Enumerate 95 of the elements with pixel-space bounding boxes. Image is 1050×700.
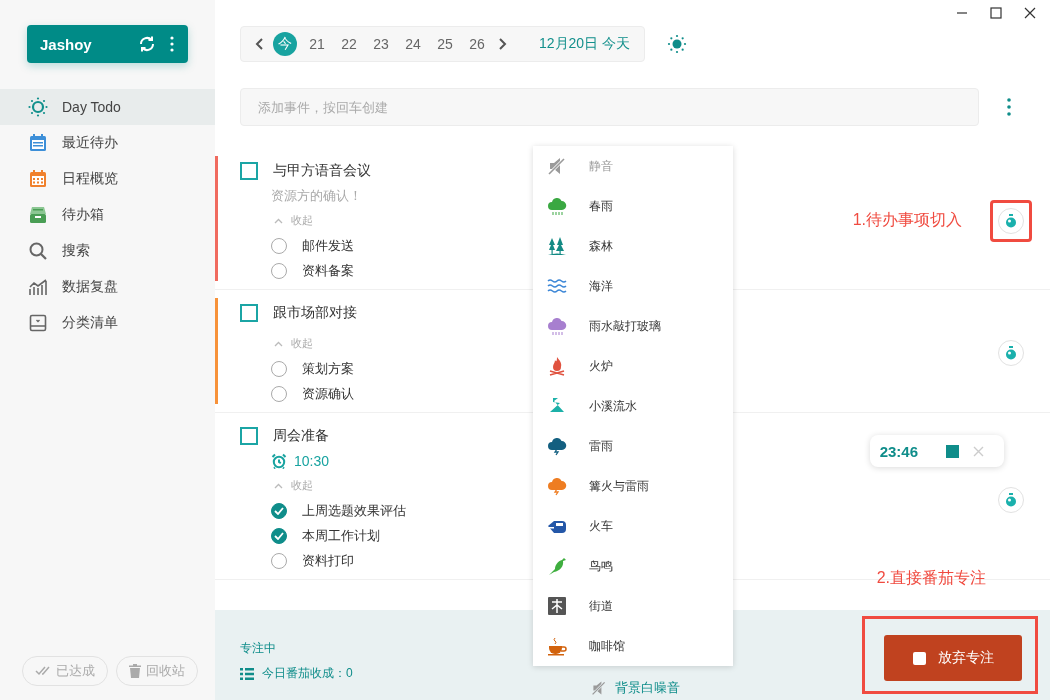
subtask-label[interactable]: 上周选题效果评估 <box>302 501 406 520</box>
sound-option[interactable]: 火车 <box>533 506 733 546</box>
check-icon <box>274 531 284 540</box>
sound-option[interactable]: 街道 <box>533 586 733 626</box>
account-name: Jashoy <box>40 35 93 53</box>
alarm-clock-icon <box>271 452 287 469</box>
sync-icon[interactable] <box>138 35 156 53</box>
sound-option[interactable]: 鸟鸣 <box>533 546 733 586</box>
subtask-checkbox[interactable] <box>271 502 287 519</box>
add-event-field[interactable]: 添加事件，按回车创建 <box>240 88 979 126</box>
subtask-checkbox[interactable] <box>271 527 287 544</box>
day-tab[interactable]: 23 <box>369 32 393 56</box>
day-tab[interactable]: 21 <box>305 32 329 56</box>
give-up-focus-button[interactable]: 放弃专注 <box>884 635 1022 681</box>
calendar-icon <box>28 133 48 153</box>
flame-icon <box>547 356 567 376</box>
nav-item[interactable]: 搜索 <box>0 233 215 269</box>
nav-item[interactable]: Day Todo <box>0 89 215 125</box>
stopwatch-icon <box>1005 346 1017 360</box>
nav-item[interactable]: 数据复盘 <box>0 269 215 305</box>
storm-cloud-icon <box>547 476 567 496</box>
stop-icon <box>912 651 926 665</box>
task-checkbox[interactable] <box>240 161 258 180</box>
task-checkbox[interactable] <box>240 426 258 445</box>
storm-cloud-icon <box>547 436 567 456</box>
pomodoro-button[interactable] <box>998 340 1024 366</box>
sound-option[interactable]: 小溪流水 <box>533 386 733 426</box>
subtask-label[interactable]: 资源确认 <box>302 384 354 403</box>
mute-icon[interactable] <box>590 680 607 696</box>
task-title[interactable]: 与甲方语音会议 <box>273 161 371 180</box>
sound-option[interactable]: 雷雨 <box>533 426 733 466</box>
task-title[interactable]: 周会准备 <box>273 426 329 445</box>
double-check-icon <box>35 666 51 676</box>
sound-option[interactable]: 春雨 <box>533 186 733 226</box>
task-note: 资源方的确认！ <box>271 186 362 205</box>
nav-item[interactable]: 分类清单 <box>0 305 215 341</box>
mute-icon <box>547 156 567 176</box>
stopwatch-icon <box>1005 493 1017 507</box>
harvest-count: 今日番茄收成：0 <box>262 665 353 682</box>
sound-option[interactable]: 海洋 <box>533 266 733 306</box>
list-icon[interactable] <box>240 667 254 680</box>
annotation-text: 2.直接番茄专注 <box>876 568 986 588</box>
day-tab[interactable]: 25 <box>433 32 457 56</box>
subtask-label[interactable]: 资料打印 <box>302 551 354 570</box>
chart-icon <box>28 277 48 297</box>
day-tab[interactable]: 22 <box>337 32 361 56</box>
rain-cloud-icon <box>547 196 567 216</box>
trees-icon <box>547 236 567 256</box>
more-icon[interactable] <box>1007 98 1011 116</box>
sound-option[interactable]: 雨水敲打玻璃 <box>533 306 733 346</box>
day-tab[interactable]: 26 <box>465 32 489 56</box>
trash-icon <box>129 664 141 678</box>
maximize-icon[interactable] <box>990 7 1002 19</box>
search-icon <box>28 241 48 261</box>
rain-cloud-icon <box>547 316 567 336</box>
subtask-label[interactable]: 资料备案 <box>302 261 354 280</box>
task-checkbox[interactable] <box>240 303 258 322</box>
timer-time: 23:46 <box>879 442 918 460</box>
inbox-icon <box>28 205 48 225</box>
close-icon[interactable] <box>1024 7 1036 19</box>
subtask-label[interactable]: 本周工作计划 <box>302 526 380 545</box>
chevron-up-icon[interactable] <box>274 340 283 347</box>
sun-icon[interactable] <box>667 34 688 54</box>
day-tab[interactable]: 24 <box>401 32 425 56</box>
sound-option[interactable]: 篝火与雷雨 <box>533 466 733 506</box>
previous-icon[interactable] <box>255 37 265 51</box>
nav-item[interactable]: 最近待办 <box>0 125 215 161</box>
check-icon <box>274 506 284 515</box>
stop-icon[interactable] <box>946 444 959 458</box>
current-date[interactable]: 12月20日 今天 <box>539 35 631 53</box>
box-icon <box>28 313 48 333</box>
waves-icon <box>547 276 567 296</box>
more-icon[interactable] <box>170 36 174 52</box>
sun-icon <box>28 97 48 117</box>
sound-option[interactable]: 森林 <box>533 226 733 266</box>
chevron-up-icon[interactable] <box>274 217 283 224</box>
subtask-label[interactable]: 策划方案 <box>302 359 354 378</box>
annotation-text: 1.待办事项切入 <box>852 210 962 230</box>
nav-item[interactable]: 待办箱 <box>0 197 215 233</box>
account-button[interactable]: Jashoy <box>27 25 188 63</box>
nav-item[interactable]: 日程概览 <box>0 161 215 197</box>
reminder-time: 10:30 <box>294 452 330 469</box>
subtask-label[interactable]: 邮件发送 <box>302 236 354 255</box>
next-icon[interactable] <box>497 37 507 51</box>
focus-status: 专注中 <box>240 640 277 657</box>
background-sound-link[interactable]: 背景白噪音 <box>614 679 680 697</box>
pomodoro-button[interactable] <box>998 487 1024 513</box>
sound-option[interactable]: 火炉 <box>533 346 733 386</box>
task-title[interactable]: 跟市场部对接 <box>273 303 357 322</box>
pomodoro-button[interactable] <box>998 207 1024 234</box>
chevron-up-icon[interactable] <box>274 482 283 489</box>
calendar-icon <box>28 169 48 189</box>
stopwatch-icon <box>1005 213 1017 228</box>
coffee-cup-icon <box>547 636 567 656</box>
sound-option[interactable]: 咖啡馆 <box>533 626 733 666</box>
